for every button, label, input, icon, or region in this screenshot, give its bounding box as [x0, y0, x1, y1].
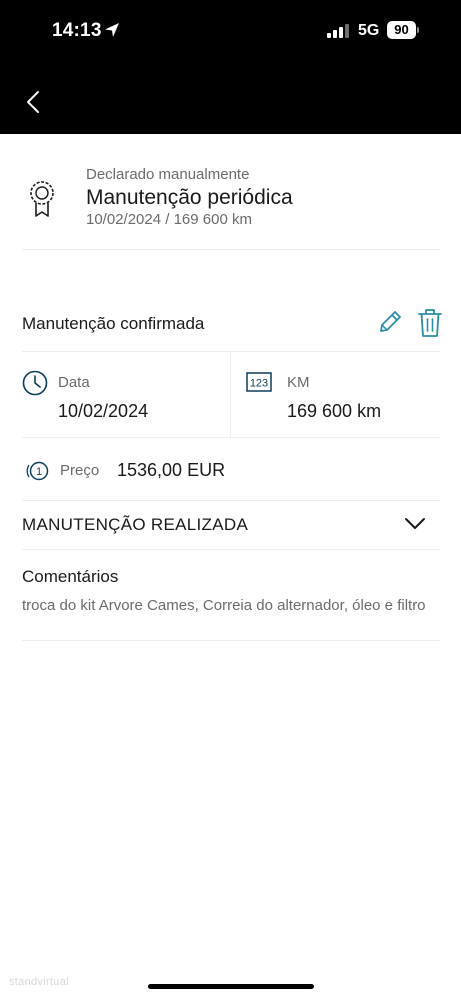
- status-bar: 14:13 5G 90: [0, 0, 461, 62]
- comments-text: troca do kit Arvore Cames, Correia do al…: [22, 597, 426, 614]
- network-type: 5G: [358, 22, 380, 39]
- clock-icon: [22, 370, 48, 396]
- battery-icon: 90: [387, 21, 419, 39]
- maintenance-performed-label: MANUTENÇÃO REALIZADA: [22, 515, 249, 534]
- column-divider: [230, 352, 231, 438]
- price-row: 1 Preço 1536,00 EUR: [22, 438, 440, 501]
- maintenance-header: Declarado manualmente Manutenção periódi…: [22, 160, 440, 250]
- battery-level: 90: [387, 21, 416, 39]
- chevron-down-icon[interactable]: [404, 517, 426, 531]
- medal-icon: [30, 181, 54, 217]
- coin-icon: 1: [26, 461, 49, 481]
- location-arrow-icon: [105, 23, 119, 37]
- comments-section: Comentários troca do kit Arvore Cames, C…: [22, 550, 440, 641]
- date-label: Data: [58, 374, 90, 391]
- comments-title: Comentários: [22, 567, 119, 586]
- page-title: Manutenção periódica: [86, 186, 293, 209]
- status-time: 14:13: [52, 20, 102, 41]
- svg-text:1: 1: [36, 466, 42, 478]
- battery-tip: [417, 27, 419, 33]
- watermark: standvirtual: [9, 976, 69, 988]
- entry-source: Declarado manualmente: [86, 166, 250, 183]
- signal-icon: [327, 24, 349, 38]
- km-label: KM: [287, 374, 310, 391]
- date-value: 10/02/2024: [58, 401, 149, 421]
- details-grid: Data 10/02/2024 123 KM 169 600 km: [22, 352, 440, 438]
- nav-bar: [0, 62, 461, 134]
- maintenance-performed-toggle[interactable]: MANUTENÇÃO REALIZADA: [22, 501, 440, 550]
- price-value: 1536,00 EUR: [117, 460, 226, 480]
- delete-button[interactable]: [418, 308, 442, 338]
- status-row: Manutenção confirmada: [22, 300, 442, 352]
- odometer-icon: 123: [246, 372, 272, 392]
- home-indicator[interactable]: [148, 984, 314, 989]
- entry-meta: 10/02/2024 / 169 600 km: [86, 211, 252, 228]
- km-value: 169 600 km: [287, 401, 382, 421]
- status-label: Manutenção confirmada: [22, 314, 205, 333]
- edit-button[interactable]: [376, 308, 404, 336]
- back-button[interactable]: [20, 88, 48, 116]
- price-label: Preço: [60, 462, 100, 479]
- svg-text:123: 123: [250, 378, 268, 390]
